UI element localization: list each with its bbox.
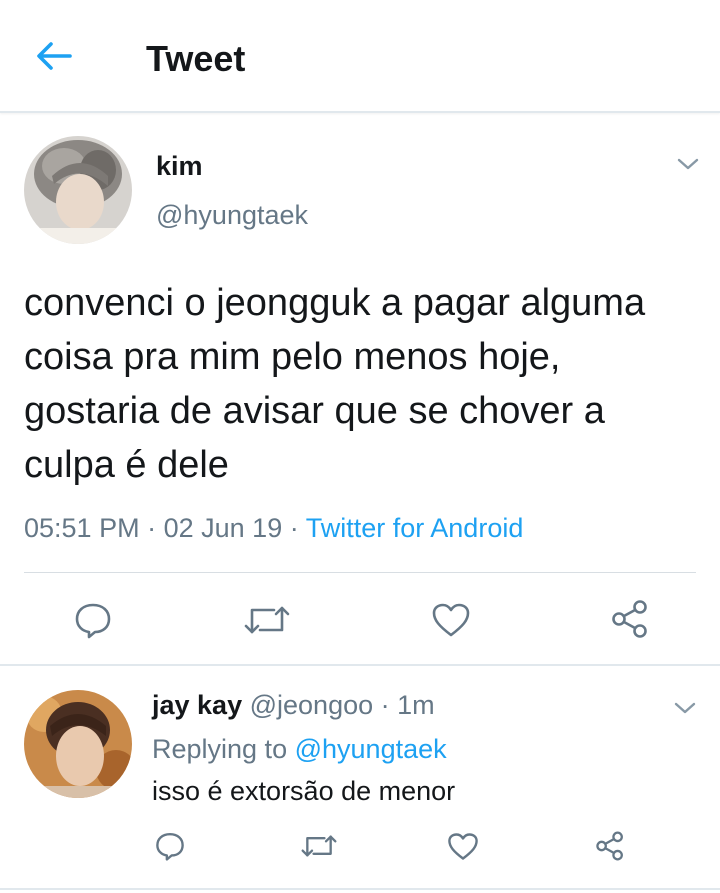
display-name[interactable]: kim <box>156 150 203 182</box>
share-button[interactable] <box>590 826 630 866</box>
reply-button[interactable] <box>150 826 190 866</box>
tweet-date: 02 Jun 19 <box>163 513 283 543</box>
reply-icon <box>75 603 111 639</box>
divider <box>0 664 720 666</box>
replying-to: Replying to @hyungtaek <box>152 732 447 766</box>
tweet-metadata: 05:51 PM · 02 Jun 19 · Twitter for Andro… <box>24 510 523 546</box>
reply-time: 1m <box>397 690 435 720</box>
replying-to-label: Replying to <box>152 734 288 764</box>
replying-to-handle[interactable]: @hyungtaek <box>295 734 447 764</box>
reply-icon <box>156 832 184 861</box>
user-handle[interactable]: @hyungtaek <box>156 198 308 232</box>
reply-text: isso é extorsão de menor <box>152 776 456 806</box>
chevron-down-icon <box>674 702 696 714</box>
share-icon <box>596 831 623 861</box>
reply-header: jay kay @jeongoo · 1m <box>152 688 435 722</box>
retweet-icon <box>301 835 337 857</box>
display-name[interactable]: jay kay <box>152 690 242 720</box>
separator: · <box>380 690 390 720</box>
like-icon <box>448 832 478 860</box>
retweet-button[interactable] <box>240 598 294 642</box>
share-icon <box>612 600 647 638</box>
share-button[interactable] <box>604 596 656 642</box>
top-app-bar: Tweet <box>0 0 720 113</box>
separator: · <box>289 513 299 543</box>
avatar[interactable] <box>24 690 132 798</box>
retweet-button[interactable] <box>297 826 341 866</box>
page-title: Tweet <box>146 38 246 79</box>
like-icon <box>432 603 470 637</box>
tweet-text: convenci o jeongguk a pagar alguma coisa… <box>24 282 646 486</box>
tweet-time: 05:51 PM <box>24 513 140 543</box>
separator: · <box>147 513 157 543</box>
tweet-source-link[interactable]: Twitter for Android <box>306 513 524 543</box>
avatar[interactable] <box>24 136 132 244</box>
back-button[interactable] <box>30 36 78 76</box>
reply-button[interactable] <box>68 598 118 642</box>
divider <box>0 888 720 890</box>
more-options-button[interactable] <box>670 696 700 720</box>
arrow-left-icon <box>37 42 72 70</box>
user-handle[interactable]: @jeongoo <box>250 690 374 720</box>
retweet-icon <box>244 606 290 634</box>
chevron-down-icon <box>677 158 699 170</box>
like-button[interactable] <box>443 826 483 866</box>
divider <box>24 572 696 573</box>
like-button[interactable] <box>426 598 476 642</box>
more-options-button[interactable] <box>673 152 703 176</box>
